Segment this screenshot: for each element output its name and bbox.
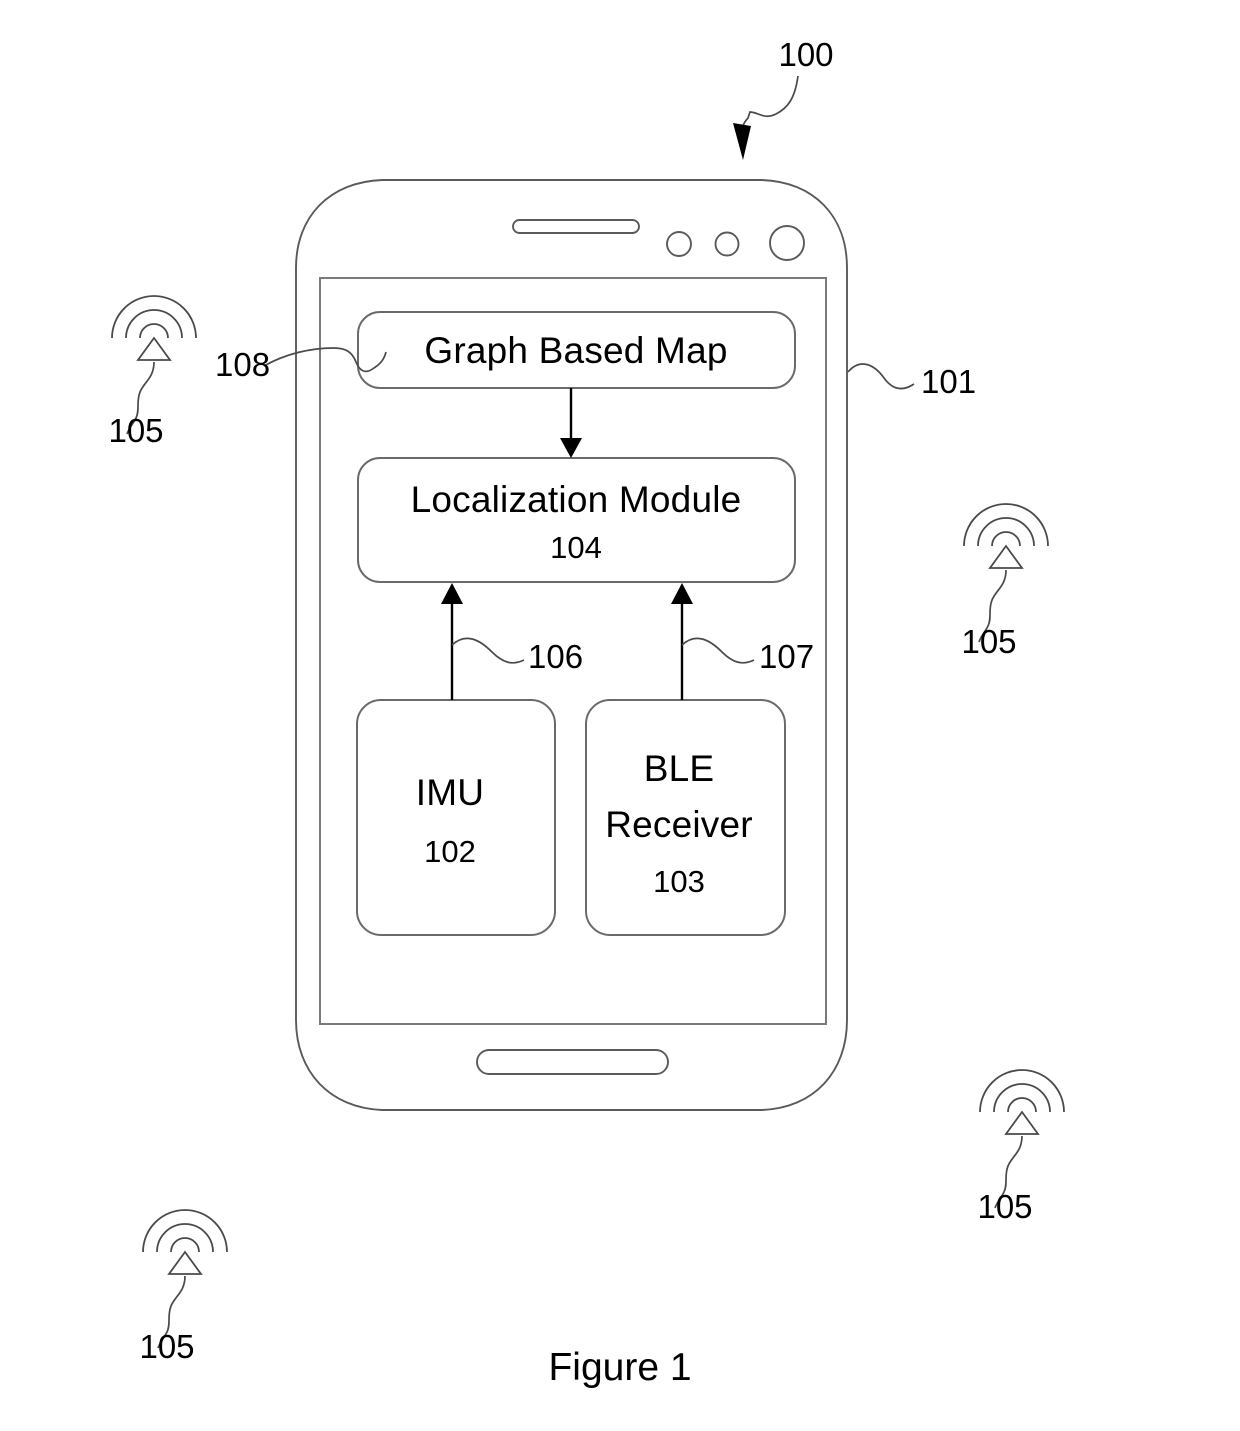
speaker-slot (512, 219, 640, 234)
ref-number-105-right: 105 (961, 623, 1017, 660)
ref-number-105-bottom-left: 105 (139, 1328, 195, 1365)
block-label-ble-receiver-line1: BLE (643, 748, 715, 789)
ref-leader-107 (681, 637, 755, 664)
sensor-dot-1-icon (666, 231, 692, 257)
home-button[interactable] (476, 1049, 669, 1075)
block-label-ble-receiver-line2: Receiver (605, 804, 753, 845)
patent-figure: 100 101 108 Graph Based Map Localization… (0, 0, 1240, 1431)
ref-leader-106 (451, 637, 525, 664)
ref-number-105-bottom-right: 105 (977, 1188, 1033, 1225)
block-label-localization-module: Localization Module (410, 479, 742, 520)
system-ref-leader-100 (733, 75, 799, 160)
beacon-right-icon (963, 503, 1049, 643)
connector-ble-to-localization (671, 583, 693, 700)
figure-caption: Figure 1 (548, 1346, 692, 1389)
ref-number-105-top-left: 105 (108, 412, 164, 449)
block-label-imu: IMU (415, 772, 485, 813)
sensor-dot-2-icon (714, 231, 740, 257)
front-camera-icon (769, 225, 805, 261)
ref-number-106: 106 (528, 638, 584, 675)
block-number-localization-module: 104 (550, 530, 602, 565)
ref-number-101: 101 (921, 363, 977, 400)
block-number-imu: 102 (424, 834, 476, 869)
connector-imu-to-localization (441, 583, 463, 700)
ref-number-107: 107 (759, 638, 815, 675)
ref-number-100: 100 (778, 36, 834, 73)
block-imu-shape[interactable] (356, 699, 556, 936)
ref-number-108: 108 (215, 346, 271, 383)
connector-map-to-localization (560, 388, 582, 458)
figure-vector-layer (111, 75, 1065, 1349)
block-number-ble-receiver: 103 (653, 864, 705, 899)
block-label-graph-based-map: Graph Based Map (424, 330, 728, 371)
ref-leader-101 (847, 363, 915, 390)
